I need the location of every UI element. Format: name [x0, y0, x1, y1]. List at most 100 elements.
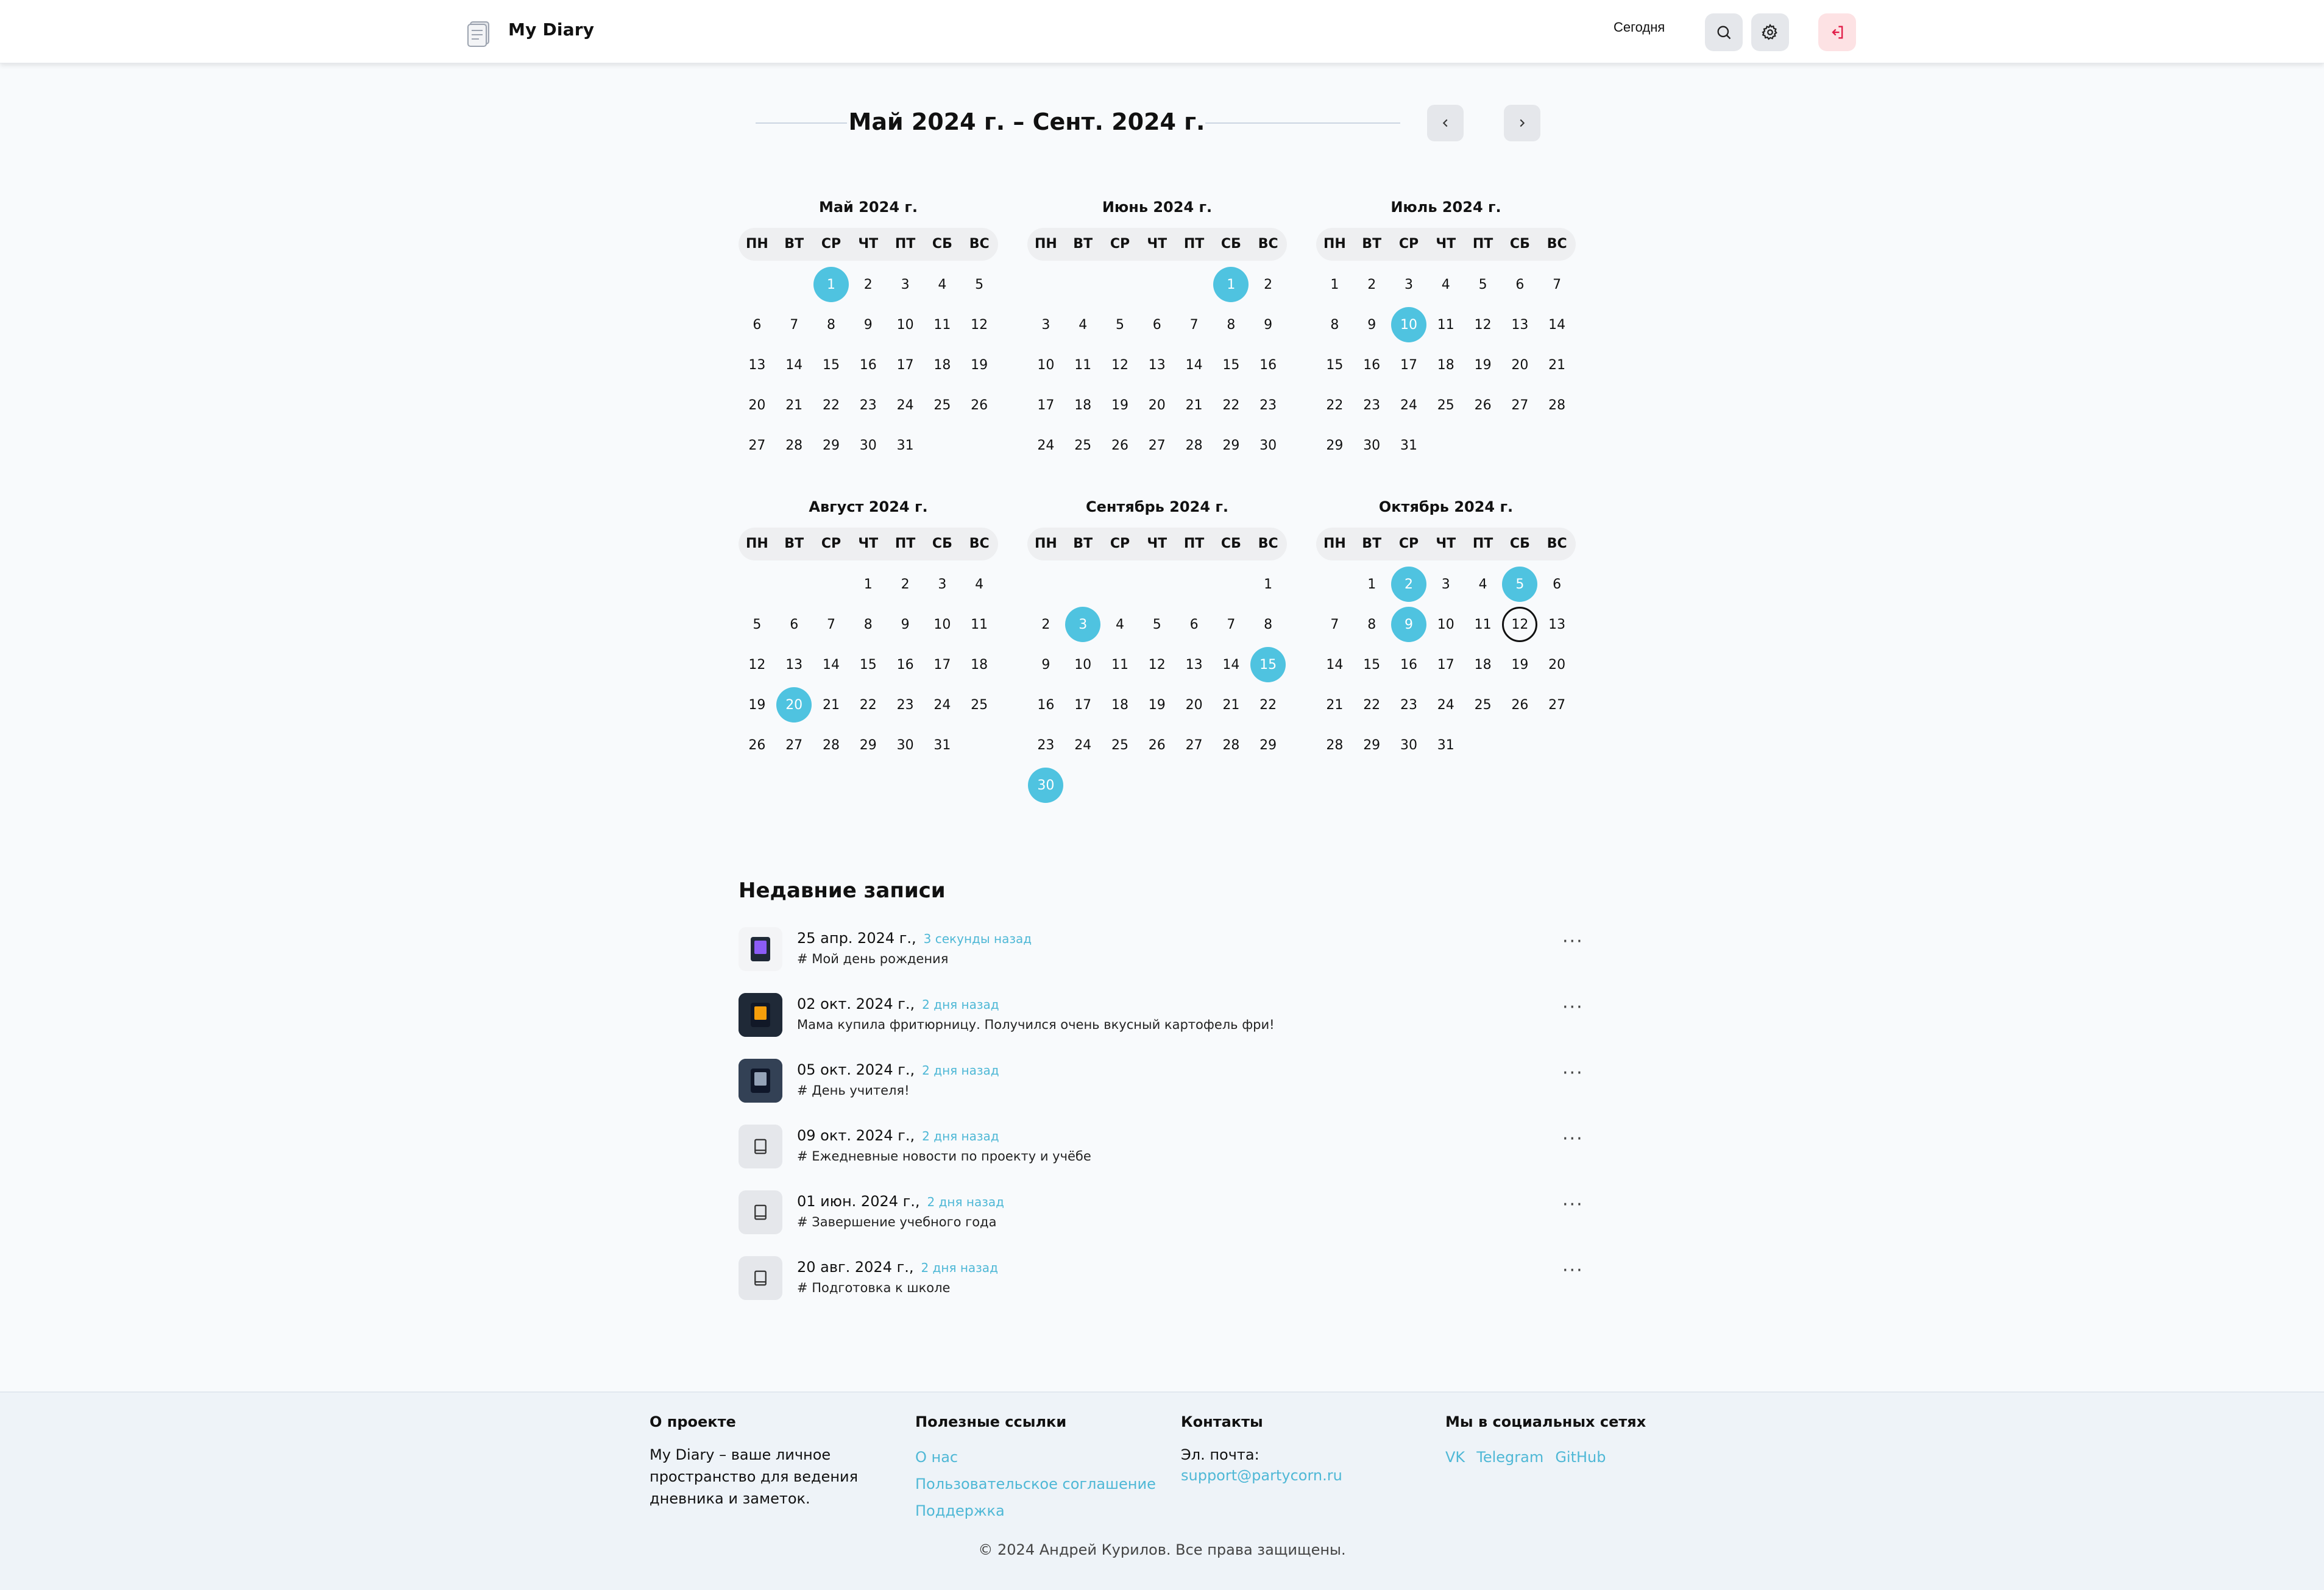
- day-cell[interactable]: 3: [924, 564, 961, 604]
- day-cell[interactable]: 24: [887, 385, 924, 425]
- brand-title[interactable]: My Diary: [508, 19, 594, 40]
- day-cell[interactable]: 25: [1427, 385, 1464, 425]
- day-cell[interactable]: 12: [961, 305, 998, 345]
- day-cell[interactable]: 16: [1353, 345, 1391, 385]
- email-link[interactable]: support@partycorn.ru: [1181, 1466, 1342, 1485]
- day-cell[interactable]: 3: [887, 264, 924, 305]
- day-cell[interactable]: 9: [849, 305, 887, 345]
- day-cell[interactable]: 21: [1175, 385, 1213, 425]
- day-cell[interactable]: 25: [924, 385, 961, 425]
- day-cell[interactable]: 14: [776, 345, 813, 385]
- day-cell[interactable]: 1: [1250, 564, 1287, 604]
- day-cell[interactable]: 9: [1027, 645, 1065, 685]
- day-cell[interactable]: 12: [1102, 345, 1139, 385]
- day-cell[interactable]: 21: [1539, 345, 1576, 385]
- day-cell[interactable]: 15: [1213, 345, 1250, 385]
- day-cell[interactable]: 10: [1027, 345, 1065, 385]
- day-cell[interactable]: 30: [887, 725, 924, 765]
- day-cell[interactable]: 10: [887, 305, 924, 345]
- day-cell[interactable]: 4: [1065, 305, 1102, 345]
- day-cell[interactable]: 21: [776, 385, 813, 425]
- day-cell[interactable]: 26: [1464, 385, 1501, 425]
- day-cell[interactable]: 12: [1464, 305, 1501, 345]
- day-cell[interactable]: 14: [1539, 305, 1576, 345]
- day-cell[interactable]: 19: [1102, 385, 1139, 425]
- day-cell[interactable]: 30: [1353, 425, 1391, 465]
- day-cell[interactable]: 25: [1102, 725, 1139, 765]
- day-cell[interactable]: 10: [1427, 604, 1464, 645]
- day-cell[interactable]: 17: [1427, 645, 1464, 685]
- day-cell[interactable]: 13: [1539, 604, 1576, 645]
- day-cell[interactable]: 5: [1102, 305, 1139, 345]
- day-cell[interactable]: 28: [776, 425, 813, 465]
- day-cell[interactable]: 24: [1391, 385, 1428, 425]
- day-cell[interactable]: 20: [776, 685, 813, 725]
- day-cell[interactable]: 11: [1102, 645, 1139, 685]
- day-cell[interactable]: 8: [1316, 305, 1353, 345]
- day-cell[interactable]: 6: [776, 604, 813, 645]
- day-cell[interactable]: 14: [1175, 345, 1213, 385]
- day-cell[interactable]: 30: [1027, 765, 1065, 805]
- day-cell[interactable]: 31: [1391, 425, 1428, 465]
- recent-entry[interactable]: 05 окт. 2024 г., 2 дня назад # День учител…: [739, 1056, 1592, 1105]
- day-cell[interactable]: 6: [1175, 604, 1213, 645]
- more-options-icon[interactable]: ···: [1562, 931, 1584, 952]
- github-link[interactable]: GitHub: [1555, 1449, 1606, 1466]
- day-cell[interactable]: 28: [1213, 725, 1250, 765]
- day-cell[interactable]: 9: [887, 604, 924, 645]
- day-cell[interactable]: 7: [776, 305, 813, 345]
- day-cell[interactable]: 27: [1501, 385, 1539, 425]
- day-cell[interactable]: 7: [1316, 604, 1353, 645]
- day-cell[interactable]: 8: [1213, 305, 1250, 345]
- day-cell[interactable]: 11: [961, 604, 998, 645]
- recent-entry[interactable]: 25 апр. 2024 г., 3 секунды назад # Мой ден…: [739, 925, 1592, 973]
- day-cell[interactable]: 27: [739, 425, 776, 465]
- day-cell[interactable]: 4: [1102, 604, 1139, 645]
- next-range-button[interactable]: [1504, 105, 1540, 141]
- day-cell[interactable]: 18: [1065, 385, 1102, 425]
- app-logo-icon[interactable]: [462, 15, 496, 49]
- day-cell[interactable]: 18: [1464, 645, 1501, 685]
- day-cell[interactable]: 6: [1539, 564, 1576, 604]
- day-cell[interactable]: 11: [1464, 604, 1501, 645]
- day-cell[interactable]: 30: [1391, 725, 1428, 765]
- day-cell[interactable]: 30: [1250, 425, 1287, 465]
- day-cell[interactable]: 20: [1539, 645, 1576, 685]
- day-cell[interactable]: 19: [961, 345, 998, 385]
- day-cell[interactable]: 7: [1175, 305, 1213, 345]
- day-cell[interactable]: 16: [1391, 645, 1428, 685]
- day-cell[interactable]: 29: [1213, 425, 1250, 465]
- day-cell[interactable]: 6: [739, 305, 776, 345]
- day-cell[interactable]: 27: [776, 725, 813, 765]
- recent-entry[interactable]: 01 июн. 2024 г., 2 дня назад # Завершение …: [739, 1188, 1592, 1237]
- day-cell[interactable]: 6: [1501, 264, 1539, 305]
- day-cell[interactable]: 21: [813, 685, 850, 725]
- day-cell[interactable]: 7: [1539, 264, 1576, 305]
- day-cell[interactable]: 15: [813, 345, 850, 385]
- vk-link[interactable]: VK: [1445, 1449, 1465, 1466]
- day-cell[interactable]: 15: [1316, 345, 1353, 385]
- day-cell[interactable]: 18: [1102, 685, 1139, 725]
- day-cell[interactable]: 4: [961, 564, 998, 604]
- day-cell[interactable]: 17: [924, 645, 961, 685]
- day-cell[interactable]: 20: [1138, 385, 1175, 425]
- day-cell[interactable]: 15: [1250, 645, 1287, 685]
- day-cell[interactable]: 22: [849, 685, 887, 725]
- day-cell[interactable]: 28: [1175, 425, 1213, 465]
- day-cell[interactable]: 5: [1464, 264, 1501, 305]
- today-button[interactable]: Сегодня: [1614, 19, 1665, 35]
- day-cell[interactable]: 12: [1501, 604, 1539, 645]
- day-cell[interactable]: 16: [1027, 685, 1065, 725]
- day-cell[interactable]: 10: [1391, 305, 1428, 345]
- day-cell[interactable]: 20: [1175, 685, 1213, 725]
- day-cell[interactable]: 26: [961, 385, 998, 425]
- day-cell[interactable]: 23: [849, 385, 887, 425]
- day-cell[interactable]: 17: [1027, 385, 1065, 425]
- recent-entry[interactable]: 09 окт. 2024 г., 2 дня назад # Ежедневные …: [739, 1122, 1592, 1171]
- day-cell[interactable]: 27: [1175, 725, 1213, 765]
- day-cell[interactable]: 29: [1250, 725, 1287, 765]
- more-options-icon[interactable]: ···: [1562, 1260, 1584, 1281]
- day-cell[interactable]: 29: [849, 725, 887, 765]
- day-cell[interactable]: 19: [739, 685, 776, 725]
- day-cell[interactable]: 25: [961, 685, 998, 725]
